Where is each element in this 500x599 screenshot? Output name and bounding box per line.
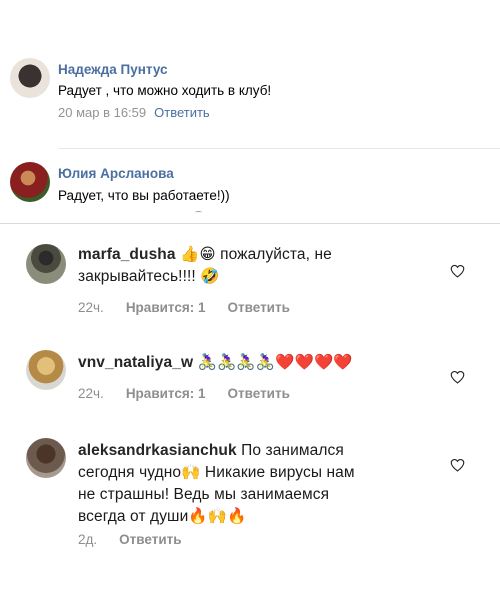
comment-meta: 22ч. Нравится: 1 Ответить bbox=[78, 300, 312, 315]
vk-comment-1: Надежда Пунтус Радует , что можно ходить… bbox=[0, 58, 500, 128]
comment-text-line-1: 🚴‍♀️🚴‍♀️🚴‍♀️🚴‍♀️❤️❤️❤️❤️ bbox=[197, 354, 353, 371]
vk-comment-2: Юлия Арсланова Радует, что вы работаете!… bbox=[0, 162, 500, 212]
comment-text-line-4: всегда от души🔥🙌🔥 bbox=[78, 508, 247, 525]
comment-username[interactable]: vnv_nataliya_w bbox=[78, 354, 193, 371]
avatar[interactable] bbox=[26, 438, 66, 478]
comment-text-line-3: не страшны! Ведь мы занимаемся bbox=[78, 486, 330, 503]
comment-text-line-2: сегодня чудно🙌 Никакие вирусы нам bbox=[78, 464, 355, 481]
comment-body: aleksandrkasianchuk По занимался сегодня… bbox=[78, 440, 418, 528]
avatar[interactable] bbox=[10, 58, 50, 98]
comment-username[interactable]: aleksandrkasianchuk bbox=[78, 442, 237, 459]
comment-meta: 20 мар в 16:59 Ответить bbox=[58, 105, 210, 120]
comment-date[interactable]: 20 мар в 16:59 bbox=[58, 105, 146, 120]
ig-comment-3: aleksandrkasianchuk По занимался сегодня… bbox=[0, 436, 500, 556]
heart-outline-icon[interactable] bbox=[450, 458, 465, 472]
reply-link[interactable]: Ответить bbox=[154, 105, 210, 120]
comment-text-line-2: закрывайтесь!!!! 🤣 bbox=[78, 268, 220, 285]
avatar[interactable] bbox=[10, 162, 50, 202]
comment-text: Радует, что вы работаете!)) bbox=[58, 188, 230, 203]
reply-button[interactable]: Ответить bbox=[119, 532, 181, 547]
section-divider bbox=[0, 223, 500, 224]
comment-time[interactable]: 22ч. bbox=[78, 386, 104, 401]
ig-comment-2: vnv_nataliya_w 🚴‍♀️🚴‍♀️🚴‍♀️🚴‍♀️❤️❤️❤️❤️ … bbox=[0, 348, 500, 408]
comment-text-line-1: 👍😁 пожалуйста, не bbox=[180, 246, 332, 263]
ig-comment-1: marfa_dusha 👍😁 пожалуйста, не закрывайте… bbox=[0, 240, 500, 320]
avatar[interactable] bbox=[26, 350, 66, 390]
reply-button[interactable]: Ответить bbox=[228, 386, 290, 401]
likes-count[interactable]: Нравится: 1 bbox=[126, 386, 206, 401]
divider bbox=[58, 148, 500, 149]
avatar[interactable] bbox=[26, 244, 66, 284]
comment-body: vnv_nataliya_w 🚴‍♀️🚴‍♀️🚴‍♀️🚴‍♀️❤️❤️❤️❤️ bbox=[78, 352, 438, 374]
likes-count[interactable]: Нравится: 1 bbox=[126, 300, 206, 315]
more-indicator bbox=[195, 211, 202, 214]
comment-author[interactable]: Надежда Пунтус bbox=[58, 62, 168, 77]
comment-author[interactable]: Юлия Арсланова bbox=[58, 166, 174, 181]
heart-outline-icon[interactable] bbox=[450, 370, 465, 384]
heart-outline-icon[interactable] bbox=[450, 264, 465, 278]
comment-body: marfa_dusha 👍😁 пожалуйста, не закрывайте… bbox=[78, 244, 398, 288]
comment-time[interactable]: 22ч. bbox=[78, 300, 104, 315]
comment-username[interactable]: marfa_dusha bbox=[78, 246, 176, 263]
comment-time[interactable]: 2д. bbox=[78, 532, 97, 547]
comment-meta: 22ч. Нравится: 1 Ответить bbox=[78, 386, 312, 401]
comment-text: Радует , что можно ходить в клуб! bbox=[58, 83, 272, 98]
comment-meta: 2д. Ответить bbox=[78, 532, 204, 547]
comment-text-line-1: По занимался bbox=[241, 442, 344, 459]
reply-button[interactable]: Ответить bbox=[228, 300, 290, 315]
